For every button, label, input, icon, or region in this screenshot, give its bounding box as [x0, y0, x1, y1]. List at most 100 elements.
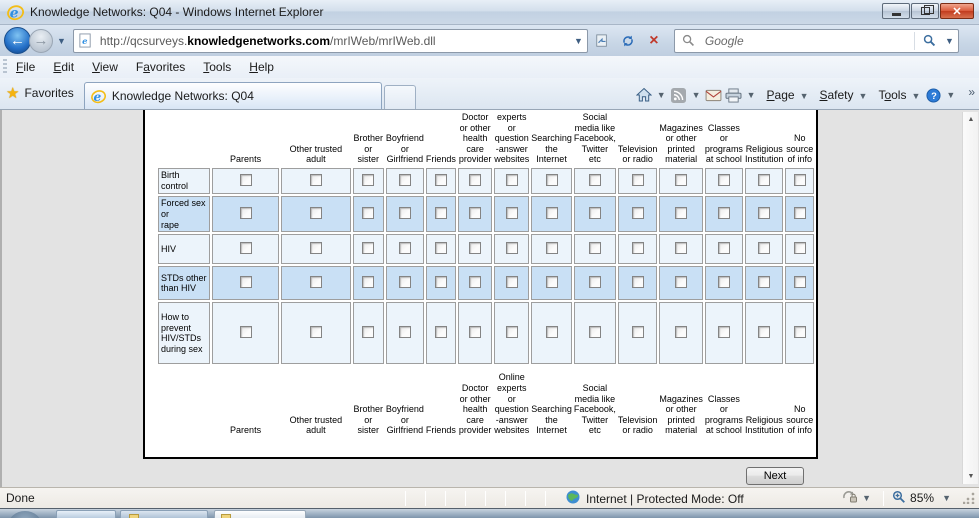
checkbox-cell[interactable] — [353, 168, 384, 194]
menu-view[interactable]: View — [83, 58, 127, 76]
checkbox-cell[interactable] — [458, 168, 492, 194]
commandbar-tools-button[interactable]: Tools — [870, 88, 908, 102]
checkbox-cell[interactable] — [386, 302, 424, 364]
help-dropdown[interactable]: ▼ — [943, 90, 958, 100]
help-icon[interactable]: ? — [923, 86, 943, 104]
feeds-dropdown[interactable]: ▼ — [689, 90, 704, 100]
checkbox[interactable] — [469, 174, 481, 186]
checkbox-cell[interactable] — [659, 168, 703, 194]
recent-pages-dropdown[interactable]: ▼ — [53, 36, 70, 46]
checkbox-cell[interactable] — [386, 266, 424, 300]
checkbox-cell[interactable] — [386, 234, 424, 264]
checkbox-cell[interactable] — [745, 168, 784, 194]
checkbox[interactable] — [469, 207, 481, 219]
search-box[interactable]: Google ▼ — [674, 29, 959, 53]
back-button[interactable]: ← — [4, 27, 31, 54]
taskbar-button[interactable] — [120, 510, 208, 518]
checkbox[interactable] — [718, 242, 730, 254]
print-dropdown[interactable]: ▼ — [744, 90, 759, 100]
checkbox-cell[interactable] — [494, 168, 529, 194]
checkbox[interactable] — [546, 242, 558, 254]
checkbox-cell[interactable] — [618, 266, 658, 300]
menu-edit[interactable]: Edit — [44, 58, 83, 76]
checkbox-cell[interactable] — [785, 302, 814, 364]
checkbox-cell[interactable] — [426, 302, 456, 364]
checkbox-cell[interactable] — [659, 196, 703, 232]
checkbox-cell[interactable] — [212, 196, 279, 232]
menu-file[interactable]: File — [7, 58, 44, 76]
checkbox-cell[interactable] — [745, 266, 784, 300]
tab-knowledge-networks[interactable]: e Knowledge Networks: Q04 — [84, 82, 382, 109]
checkbox[interactable] — [240, 326, 252, 338]
checkbox-cell[interactable] — [353, 196, 384, 232]
scroll-down-icon[interactable]: ▼ — [963, 473, 979, 480]
checkbox[interactable] — [758, 207, 770, 219]
checkbox-cell[interactable] — [494, 196, 529, 232]
checkbox[interactable] — [718, 326, 730, 338]
checkbox[interactable] — [718, 207, 730, 219]
checkbox[interactable] — [362, 174, 374, 186]
checkbox-cell[interactable] — [494, 234, 529, 264]
checkbox-cell[interactable] — [494, 302, 529, 364]
menu-favorites[interactable]: Favorites — [127, 58, 194, 76]
checkbox[interactable] — [506, 276, 518, 288]
checkbox-cell[interactable] — [426, 234, 456, 264]
page-dropdown[interactable]: ▼ — [797, 91, 812, 101]
checkbox-cell[interactable] — [212, 266, 279, 300]
checkbox-cell[interactable] — [531, 234, 572, 264]
checkbox[interactable] — [794, 242, 806, 254]
checkbox-cell[interactable] — [705, 266, 743, 300]
checkbox[interactable] — [240, 174, 252, 186]
checkbox[interactable] — [399, 174, 411, 186]
checkbox-cell[interactable] — [458, 302, 492, 364]
checkbox[interactable] — [506, 242, 518, 254]
checkbox-cell[interactable] — [785, 266, 814, 300]
checkbox-cell[interactable] — [212, 302, 279, 364]
checkbox-cell[interactable] — [281, 234, 350, 264]
checkbox-cell[interactable] — [281, 266, 350, 300]
checkbox-cell[interactable] — [618, 302, 658, 364]
checkbox[interactable] — [362, 242, 374, 254]
checkbox[interactable] — [758, 174, 770, 186]
checkbox-cell[interactable] — [659, 302, 703, 364]
checkbox-cell[interactable] — [386, 168, 424, 194]
address-bar[interactable]: e http://qcsurveys.knowledgenetworks.com… — [73, 29, 588, 53]
search-placeholder[interactable]: Google — [705, 34, 914, 48]
checkbox[interactable] — [435, 207, 447, 219]
checkbox[interactable] — [632, 242, 644, 254]
checkbox[interactable] — [310, 326, 322, 338]
checkbox[interactable] — [546, 326, 558, 338]
checkbox[interactable] — [240, 207, 252, 219]
search-go-icon[interactable] — [917, 29, 941, 53]
checkbox-cell[interactable] — [785, 234, 814, 264]
checkbox-cell[interactable] — [458, 196, 492, 232]
checkbox[interactable] — [469, 242, 481, 254]
favorites-button[interactable]: ★ Favorites — [0, 84, 84, 109]
checkbox-cell[interactable] — [785, 168, 814, 194]
checkbox-cell[interactable] — [618, 234, 658, 264]
home-icon[interactable] — [634, 86, 654, 104]
checkbox-cell[interactable] — [745, 302, 784, 364]
checkbox[interactable] — [718, 174, 730, 186]
start-orb[interactable] — [8, 511, 42, 518]
checkbox[interactable] — [675, 276, 687, 288]
checkbox[interactable] — [399, 276, 411, 288]
checkbox-cell[interactable] — [745, 196, 784, 232]
checkbox-cell[interactable] — [531, 302, 572, 364]
checkbox-cell[interactable] — [458, 266, 492, 300]
minimize-button[interactable] — [882, 3, 910, 19]
checkbox[interactable] — [310, 242, 322, 254]
mail-icon[interactable] — [704, 86, 724, 104]
checkbox-cell[interactable] — [659, 266, 703, 300]
checkbox-cell[interactable] — [386, 196, 424, 232]
checkbox[interactable] — [399, 207, 411, 219]
checkbox[interactable] — [632, 207, 644, 219]
checkbox[interactable] — [362, 276, 374, 288]
checkbox-cell[interactable] — [531, 196, 572, 232]
zoom-level[interactable]: 85% — [910, 491, 934, 505]
menu-help[interactable]: Help — [240, 58, 283, 76]
checkbox-cell[interactable] — [574, 168, 616, 194]
checkbox-cell[interactable] — [659, 234, 703, 264]
checkbox[interactable] — [546, 174, 558, 186]
close-button[interactable]: ✕ — [940, 3, 974, 19]
